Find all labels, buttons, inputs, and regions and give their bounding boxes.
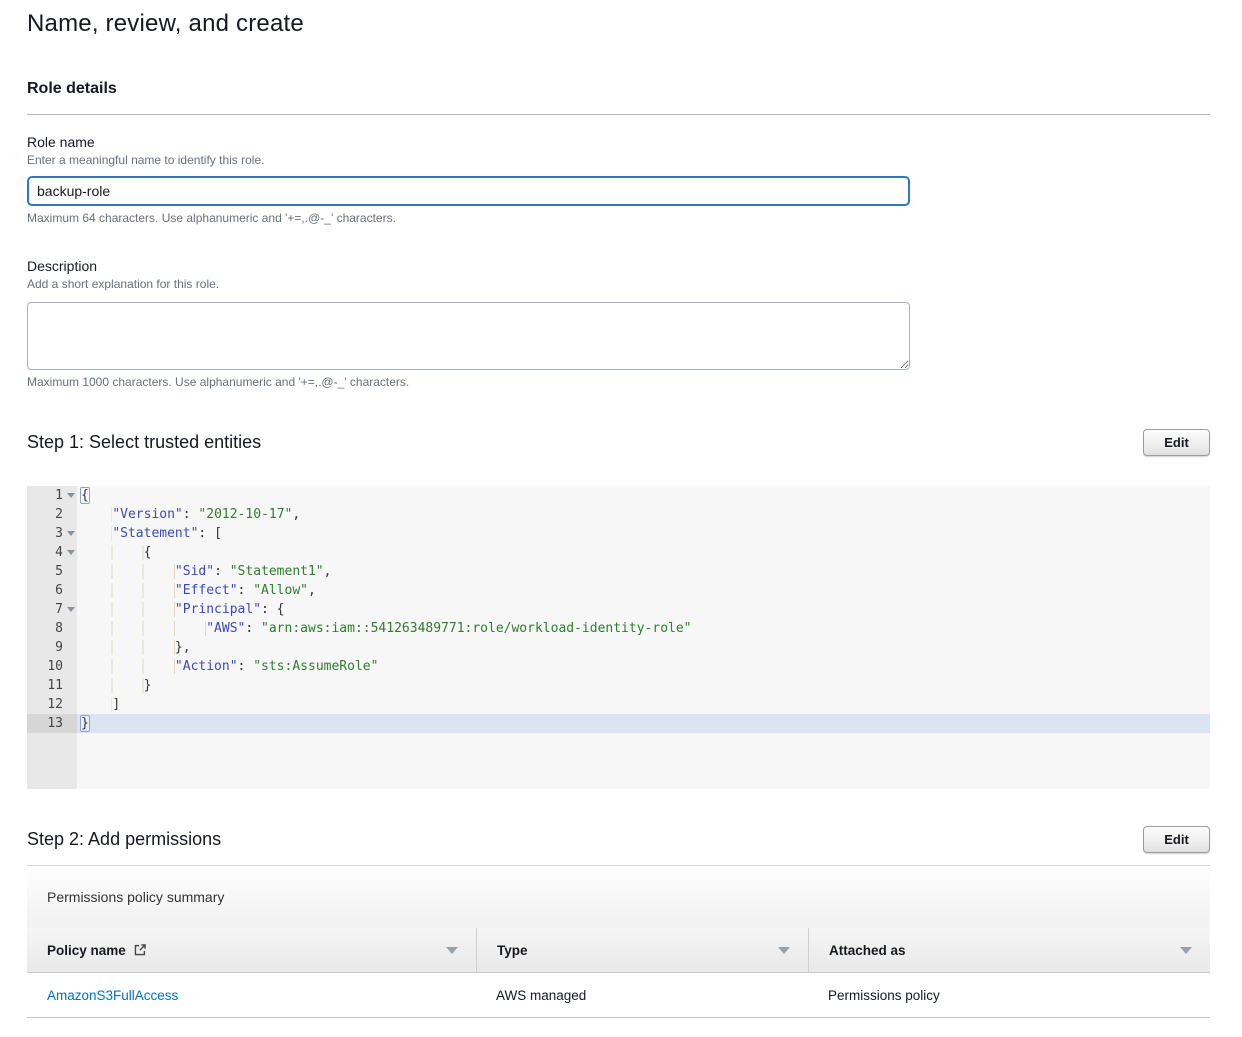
code-line[interactable]: 8 "AWS": "arn:aws:iam::541263489771:role… (27, 619, 1210, 638)
description-helper: Add a short explanation for this role. (27, 277, 1210, 291)
code-line[interactable]: 4 { (27, 543, 1210, 562)
code-lines: 1{2 "Version": "2012-10-17",3 "Statement… (27, 486, 1210, 733)
code-text: "AWS": "arn:aws:iam::541263489771:role/w… (77, 619, 1210, 638)
description-textarea[interactable] (27, 302, 910, 370)
role-name-input[interactable] (27, 176, 910, 206)
role-name-hint: Maximum 64 characters. Use alphanumeric … (27, 211, 1210, 225)
line-number: 4 (27, 543, 77, 562)
line-number: 8 (27, 619, 77, 638)
column-filter-icon[interactable] (1180, 947, 1192, 954)
code-line[interactable]: 7 "Principal": { (27, 600, 1210, 619)
code-text: "Effect": "Allow", (77, 581, 1210, 600)
code-text: { (77, 486, 1210, 505)
column-filter-icon[interactable] (446, 947, 458, 954)
external-link-icon (133, 943, 147, 957)
line-number: 6 (27, 581, 77, 600)
code-line[interactable]: 5 "Sid": "Statement1", (27, 562, 1210, 581)
section-divider (27, 114, 1210, 115)
code-line[interactable]: 10 "Action": "sts:AssumeRole" (27, 657, 1210, 676)
line-number: 7 (27, 600, 77, 619)
code-line[interactable]: 6 "Effect": "Allow", (27, 581, 1210, 600)
code-line[interactable]: 11 } (27, 676, 1210, 695)
step1-edit-button[interactable]: Edit (1143, 429, 1210, 456)
code-text: "Statement": [ (77, 524, 1210, 543)
role-name-helper: Enter a meaningful name to identify this… (27, 153, 1210, 167)
code-line[interactable]: 1{ (27, 486, 1210, 505)
role-name-field: Role name Enter a meaningful name to ide… (27, 134, 1210, 225)
role-details-heading: Role details (27, 80, 1210, 98)
code-text: ] (77, 695, 1210, 714)
line-number: 10 (27, 657, 77, 676)
step1-heading: Step 1: Select trusted entities (27, 429, 261, 453)
line-number: 5 (27, 562, 77, 581)
table-body: AmazonS3FullAccess AWS managedPermissions… (27, 973, 1210, 1018)
line-number: 13 (27, 714, 77, 733)
step2-heading: Step 2: Add permissions (27, 826, 221, 850)
line-number: 11 (27, 676, 77, 695)
line-number: 2 (27, 505, 77, 524)
column-header: Policy name (27, 928, 476, 972)
attached-as-cell: Permissions policy (808, 973, 1210, 1017)
description-label: Description (27, 258, 1210, 274)
policy-type-cell: AWS managed (476, 973, 808, 1017)
description-hint: Maximum 1000 characters. Use alphanumeri… (27, 375, 1210, 389)
code-text: }, (77, 638, 1210, 657)
permissions-summary-panel: Permissions policy summary Policy name Ty… (27, 865, 1210, 1018)
code-line[interactable]: 3 "Statement": [ (27, 524, 1210, 543)
code-text: "Action": "sts:AssumeRole" (77, 657, 1210, 676)
column-header-label: Policy name (47, 943, 147, 958)
step2-header-row: Step 2: Add permissions Edit (27, 826, 1210, 853)
fold-toggle-icon[interactable] (67, 531, 75, 536)
page-title: Name, review, and create (27, 8, 1210, 40)
fold-toggle-icon[interactable] (67, 493, 75, 498)
line-number: 9 (27, 638, 77, 657)
line-number: 3 (27, 524, 77, 543)
table-header-row: Policy name Type Attached as (27, 928, 1210, 973)
code-line[interactable]: 12 ] (27, 695, 1210, 714)
column-filter-icon[interactable] (778, 947, 790, 954)
code-line[interactable]: 9 }, (27, 638, 1210, 657)
code-text: { (77, 543, 1210, 562)
column-header: Attached as (808, 928, 1210, 972)
column-header: Type (476, 928, 808, 972)
code-text: } (77, 676, 1210, 695)
table-row: AmazonS3FullAccess AWS managedPermissions… (27, 973, 1210, 1018)
role-name-label: Role name (27, 134, 1210, 150)
permissions-panel-heading: Permissions policy summary (27, 866, 1210, 928)
code-line[interactable]: 13} (27, 714, 1210, 733)
policy-name-link[interactable]: AmazonS3FullAccess (47, 988, 178, 1003)
trust-policy-editor[interactable]: 1{2 "Version": "2012-10-17",3 "Statement… (27, 486, 1210, 789)
step2-edit-button[interactable]: Edit (1143, 826, 1210, 853)
name-review-create-page: Name, review, and create Role details Ro… (0, 8, 1242, 1018)
fold-toggle-icon[interactable] (67, 550, 75, 555)
column-header-label: Attached as (829, 943, 906, 958)
fold-toggle-icon[interactable] (67, 607, 75, 612)
code-text: "Version": "2012-10-17", (77, 505, 1210, 524)
column-header-label: Type (497, 943, 528, 958)
code-text: "Principal": { (77, 600, 1210, 619)
code-text: } (77, 714, 1210, 733)
step1-header-row: Step 1: Select trusted entities Edit (27, 429, 1210, 456)
description-field: Description Add a short explanation for … (27, 258, 1210, 389)
code-text: "Sid": "Statement1", (77, 562, 1210, 581)
code-line[interactable]: 2 "Version": "2012-10-17", (27, 505, 1210, 524)
policy-name-cell: AmazonS3FullAccess (27, 973, 476, 1017)
line-number: 1 (27, 486, 77, 505)
line-number: 12 (27, 695, 77, 714)
